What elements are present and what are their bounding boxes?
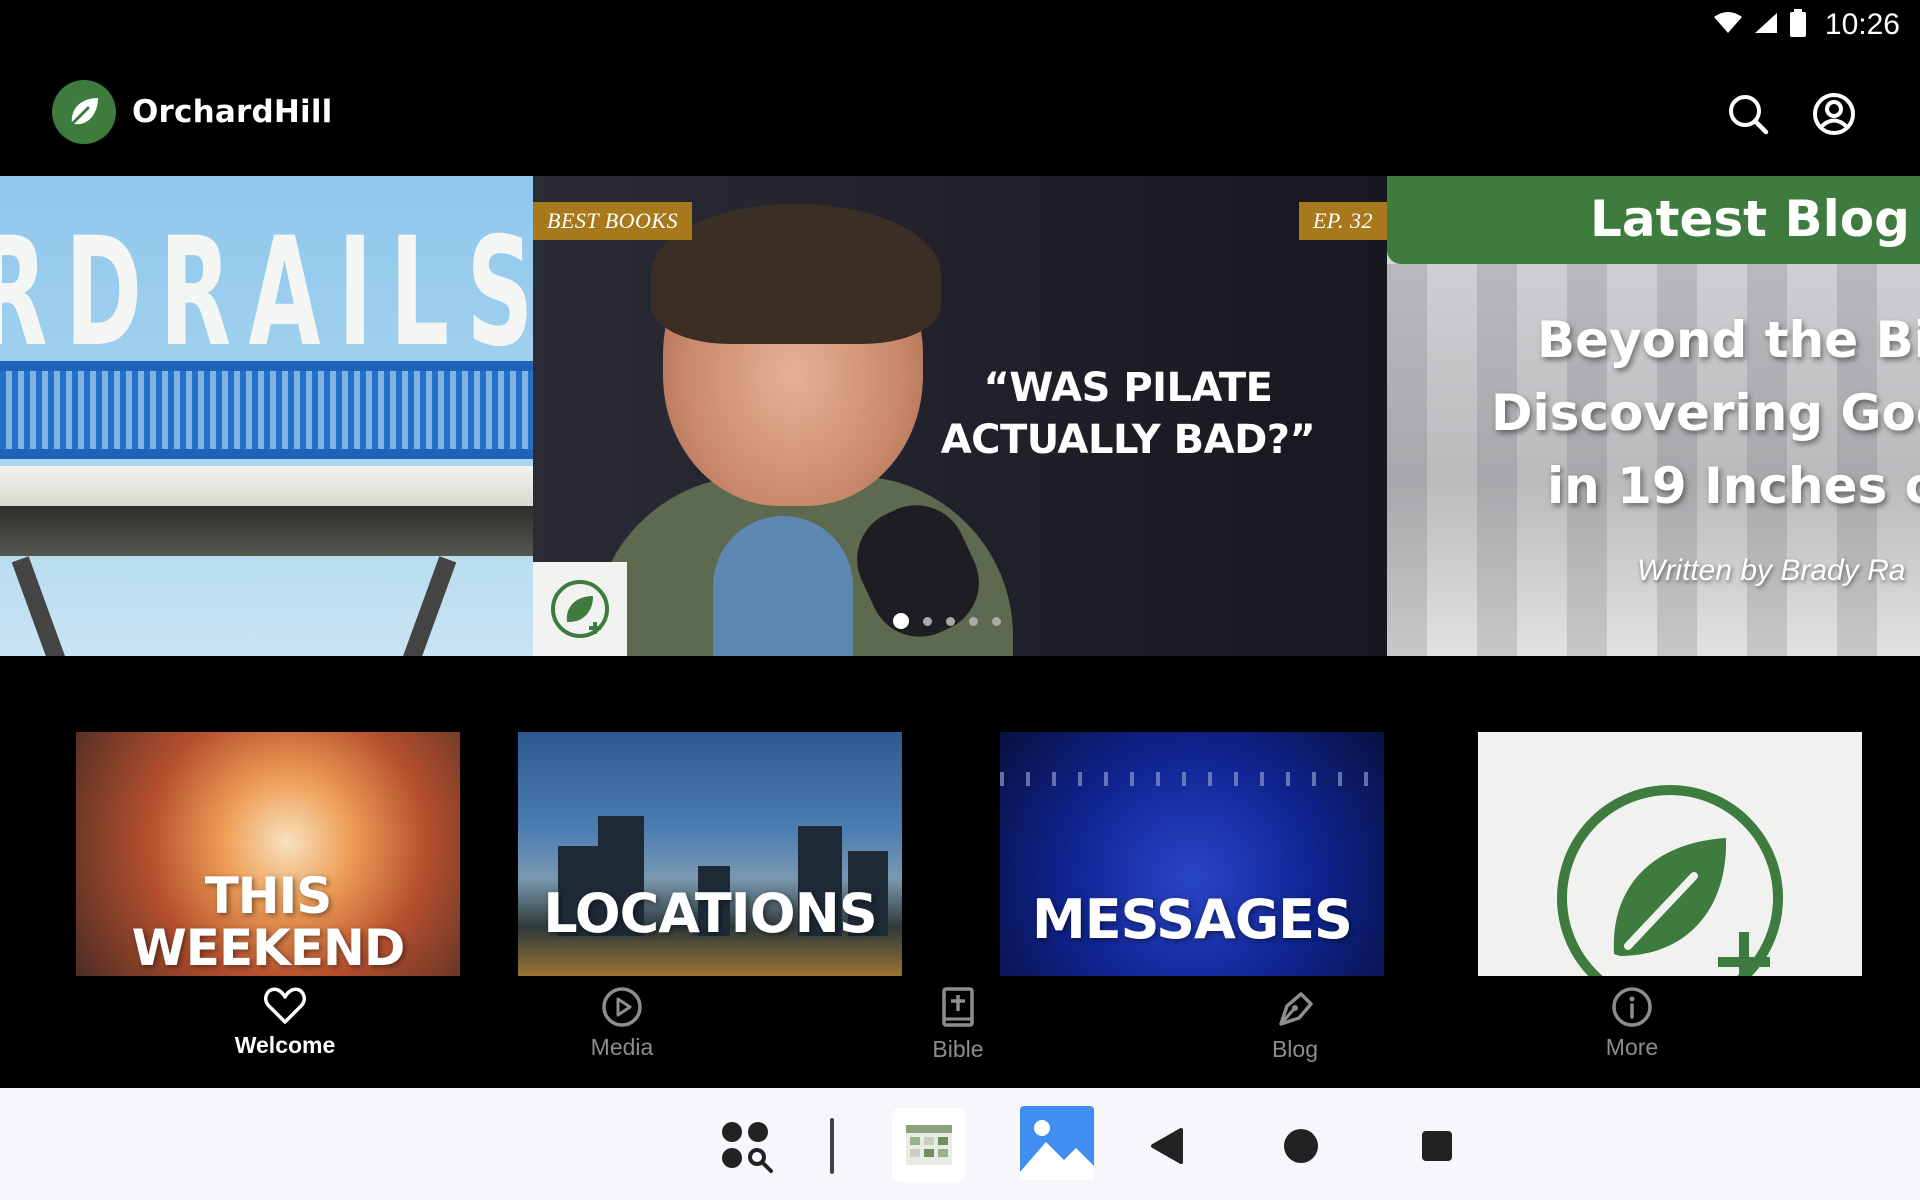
back-triangle-icon (1151, 1128, 1183, 1164)
nav-label: More (1605, 1034, 1659, 1060)
nav-bible[interactable]: Bible (858, 986, 1058, 1076)
tile-label: LOCATIONS (543, 882, 878, 945)
carousel-dot[interactable] (946, 616, 955, 626)
search-icon (1729, 95, 1769, 135)
app-logo[interactable] (52, 80, 116, 144)
slide-title: RDRAILS (0, 206, 533, 380)
carousel-dot[interactable] (969, 616, 978, 626)
app-bar: OrchardHill (0, 72, 1920, 152)
nav-label: Welcome (234, 1032, 336, 1058)
blog-title-line: in 19 Inches of (1547, 457, 1920, 515)
gallery-app-icon (1020, 1106, 1094, 1180)
apps-search-icon (722, 1122, 773, 1173)
play-circle-icon (602, 987, 642, 1027)
leaf-icon (70, 98, 98, 126)
account-circle-icon (1813, 93, 1855, 135)
nav-label: Media (590, 1034, 654, 1060)
slide-quote: “WAS PILATE ACTUALLY BAD?” (940, 365, 1316, 463)
info-icon (1612, 987, 1652, 1027)
carousel-dot[interactable] (923, 616, 932, 626)
system-navigation-bar (0, 1088, 1920, 1200)
tile-connect[interactable] (1478, 732, 1862, 976)
blog-title-line: Discovering Goo (1491, 384, 1920, 442)
home-circle-icon (1284, 1129, 1318, 1163)
search-button[interactable] (1722, 88, 1774, 140)
featured-carousel[interactable]: RDRAILS BEST BOOKS EP. 32 “WAS PILATE AC… (0, 176, 1920, 656)
home-button[interactable] (1278, 1118, 1324, 1174)
calendar-app-icon (906, 1125, 952, 1165)
nav-blog[interactable]: Blog (1195, 986, 1395, 1076)
nav-welcome[interactable]: Welcome (185, 986, 385, 1076)
recents-square-icon (1422, 1131, 1452, 1161)
account-button[interactable] (1808, 88, 1860, 140)
app-search-button[interactable] (718, 1118, 778, 1178)
bottom-navigation: Welcome Media Bible Blog More (0, 976, 1920, 1088)
nav-label: Blog (1271, 1036, 1319, 1062)
tile-this-weekend[interactable]: THIS WEEKEND (76, 732, 460, 976)
app-screen: 10:26 OrchardHill RDRAILS BEST BOOKS EP.… (0, 0, 1920, 1088)
carousel-slide-guardrails[interactable]: RDRAILS (0, 176, 533, 656)
nav-more[interactable]: More (1532, 986, 1732, 1076)
tile-messages[interactable]: MESSAGES (1000, 732, 1384, 976)
nav-label: Bible (932, 1036, 984, 1062)
tag-episode: EP. 32 (1298, 202, 1387, 240)
blog-title-line: Beyond the Bi (1537, 311, 1920, 369)
status-time: 10:26 (1824, 8, 1900, 41)
recents-button[interactable] (1414, 1118, 1460, 1174)
heart-icon (264, 987, 306, 1024)
blog-banner-text: Latest Blog I (1590, 190, 1920, 248)
carousel-pagination (893, 613, 1001, 629)
taskbar-app-calendar[interactable] (892, 1108, 966, 1182)
blog-author: Written by Brady Ra (1637, 554, 1906, 587)
church-logo-badge (533, 562, 627, 656)
quick-links: THIS WEEKEND LOCATIONS MESSAGES (0, 732, 1920, 976)
pen-icon (1279, 992, 1313, 1026)
carousel-dot[interactable] (992, 616, 1001, 626)
bible-icon (942, 987, 974, 1027)
taskbar-app-gallery[interactable] (1020, 1106, 1094, 1180)
carousel-dot[interactable] (893, 613, 909, 629)
railing-graphic (0, 371, 533, 449)
leaf-plus-icon (1557, 785, 1783, 976)
tag-best-books: BEST BOOKS (533, 202, 693, 240)
tile-label: MESSAGES (1032, 888, 1353, 951)
carousel-slide-blog[interactable]: Latest Blog I Beyond the Bi Discovering … (1387, 176, 1920, 656)
wifi-icon (1713, 11, 1743, 40)
carousel-slide-podcast[interactable]: BEST BOOKS EP. 32 “WAS PILATE ACTUALLY B… (533, 176, 1387, 656)
leaf-plus-icon (551, 580, 609, 638)
tile-locations[interactable]: LOCATIONS (518, 732, 902, 976)
battery-icon (1789, 8, 1807, 42)
status-bar: 10:26 (1713, 0, 1920, 50)
nav-media[interactable]: Media (522, 986, 722, 1076)
app-name: OrchardHill (132, 94, 333, 130)
signal-icon (1753, 11, 1779, 40)
taskbar-divider (830, 1118, 834, 1174)
back-button[interactable] (1142, 1118, 1192, 1174)
